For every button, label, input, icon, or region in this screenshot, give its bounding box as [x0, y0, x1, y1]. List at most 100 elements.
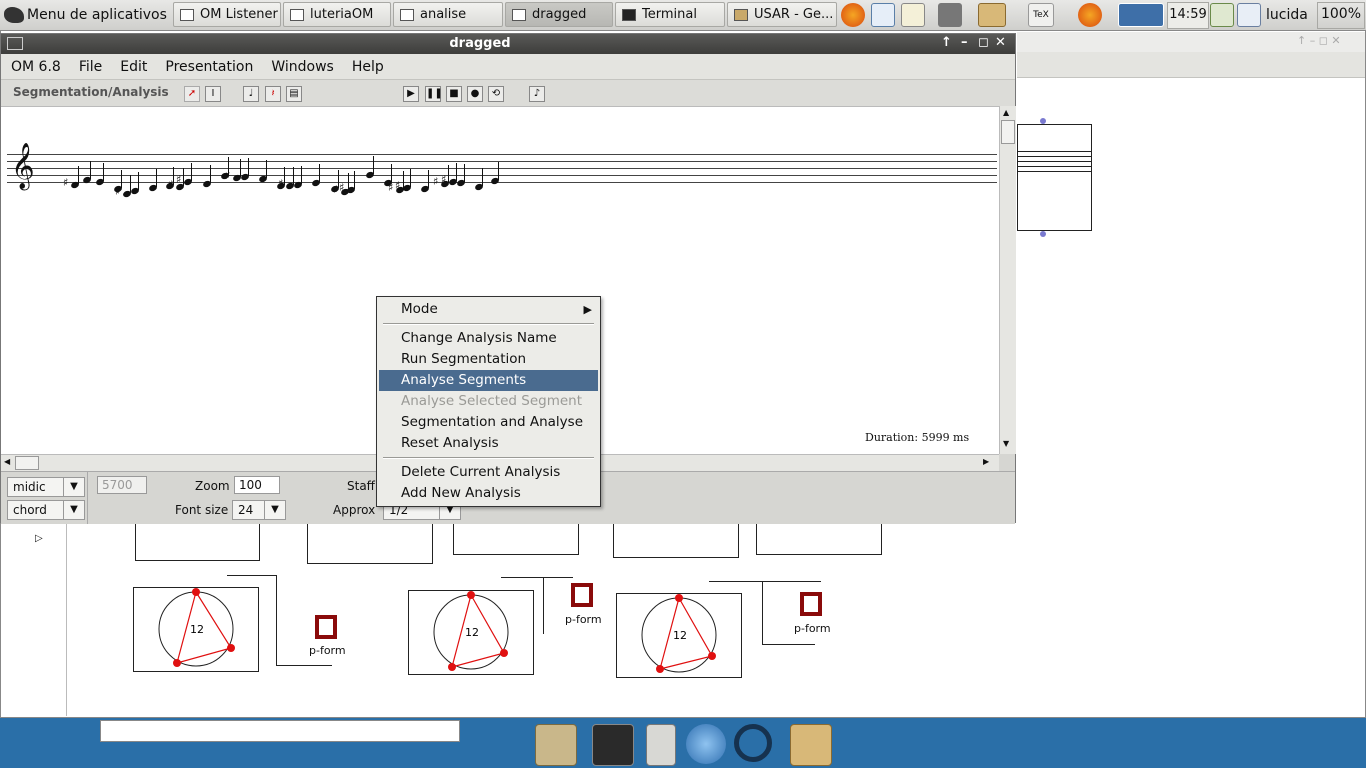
connection[interactable] [543, 577, 544, 634]
close-icon[interactable]: ✕ [995, 35, 1006, 50]
view-mode-select[interactable]: chord ▼ [7, 500, 85, 520]
connection[interactable] [709, 581, 821, 582]
clock-box-partial[interactable] [453, 521, 579, 555]
user-name[interactable]: lucida [1266, 7, 1308, 23]
workspace-switcher-icon[interactable] [1118, 3, 1164, 27]
maximize-icon[interactable]: ◻ [978, 35, 989, 50]
clock-box-partial[interactable] [613, 521, 739, 558]
editor-mode-select[interactable]: midic ▼ [7, 477, 85, 497]
task-dragged[interactable]: dragged [505, 2, 613, 27]
search-icon[interactable] [734, 724, 772, 762]
pause-icon[interactable]: ❚❚ [425, 86, 443, 102]
stop-icon[interactable]: ■ [446, 86, 462, 102]
menu-item-run-segmentation[interactable]: Run Segmentation [379, 349, 598, 370]
menu-file[interactable]: File [69, 59, 110, 75]
menu-om[interactable]: OM 6.8 [1, 59, 69, 75]
window-titlebar[interactable]: dragged ↑ – ◻ ✕ [1, 34, 1015, 54]
pitch-class-clock[interactable]: 12 [133, 587, 259, 672]
app-menu-button[interactable]: Menu de aplicativos [4, 2, 167, 27]
connection[interactable] [762, 644, 815, 645]
note-stem [210, 165, 211, 183]
clock-box-partial[interactable] [756, 521, 882, 555]
vertical-scrollbar[interactable]: ▲ ▼ [999, 106, 1016, 454]
pform-icon[interactable] [315, 615, 337, 639]
scroll-down-icon[interactable]: ▼ [1003, 439, 1009, 448]
folder-icon[interactable] [790, 724, 832, 766]
window-controls-icon[interactable]: ↑ – ◻ ✕ [1297, 34, 1341, 47]
minimize-icon[interactable]: – [961, 35, 968, 50]
menu-item-reset-analysis[interactable]: Reset Analysis [379, 433, 598, 454]
menu-help[interactable]: Help [342, 59, 392, 75]
note-stem [284, 167, 285, 185]
menu-presentation[interactable]: Presentation [155, 59, 261, 75]
connection[interactable] [276, 665, 332, 666]
zoom-field[interactable]: 100 [234, 476, 280, 494]
record-icon[interactable]: ● [467, 86, 483, 102]
menu-item-label: Change Analysis Name [401, 330, 557, 346]
pform-icon[interactable] [800, 592, 822, 616]
pform-icon[interactable] [571, 583, 593, 607]
menu-item-mode[interactable]: Mode ▶ [379, 299, 598, 320]
menu-item-change-analysis-name[interactable]: Change Analysis Name [379, 328, 598, 349]
firefox-icon-2[interactable] [1078, 3, 1102, 27]
clock-box-partial[interactable] [307, 521, 433, 564]
rest-tool-icon[interactable]: 𝄽 [265, 86, 281, 102]
horizontal-scroll-thumb[interactable] [15, 456, 39, 470]
task-analise[interactable]: analise [393, 2, 503, 27]
clock-box-partial[interactable] [135, 521, 260, 561]
pitch-class-clock[interactable]: 12 [408, 590, 534, 675]
scroll-right-icon[interactable]: ▶ [983, 457, 989, 466]
folder-icon[interactable] [978, 3, 1006, 27]
file-cabinet-icon[interactable] [646, 724, 676, 766]
menu-item-analyse-selected-segment[interactable]: Analyse Selected Segment [379, 391, 598, 412]
home-folder-icon[interactable] [535, 724, 577, 766]
score-box[interactable] [1017, 124, 1092, 231]
menu-item-segmentation-and-analyse[interactable]: Segmentation and Analyse [379, 412, 598, 433]
offset-field[interactable]: 5700 [97, 476, 147, 494]
task-luteriaom[interactable]: luteriaOM [283, 2, 391, 27]
terminal-icon [622, 8, 636, 21]
battery-indicator[interactable]: 100% [1317, 2, 1365, 29]
task-om-listener[interactable]: OM Listener [173, 2, 281, 27]
staff-tool-icon[interactable]: ▤ [286, 86, 302, 102]
menu-edit[interactable]: Edit [110, 59, 155, 75]
vertical-scroll-thumb[interactable] [1001, 120, 1015, 144]
text-editor-icon[interactable] [901, 3, 925, 27]
firefox-icon[interactable] [841, 3, 865, 27]
task-usar[interactable]: USAR - Ge... [727, 2, 837, 27]
note-stem [90, 161, 91, 179]
arrow-tool-icon[interactable]: ➚ [184, 86, 200, 102]
image-viewer-icon[interactable] [871, 3, 895, 27]
scroll-left-icon[interactable]: ◀ [4, 457, 10, 466]
web-browser-icon[interactable] [686, 724, 726, 764]
connection[interactable] [276, 575, 277, 665]
scroll-up-icon[interactable]: ▲ [1003, 108, 1009, 117]
menu-windows[interactable]: Windows [261, 59, 342, 75]
inlet-dot[interactable] [1040, 118, 1046, 124]
font-size-select[interactable]: 24 ▼ [232, 500, 286, 520]
menu-item-analyse-segments[interactable]: Analyse Segments [379, 370, 598, 391]
connection[interactable] [501, 577, 573, 578]
clock[interactable]: 14:59 [1167, 2, 1209, 29]
menu-item-add-new-analysis[interactable]: Add New Analysis [379, 483, 598, 504]
note-tool-icon[interactable]: ♩ [243, 86, 259, 102]
pitch-class-clock[interactable]: 12 [616, 593, 742, 678]
outlet-dot[interactable] [1040, 231, 1046, 237]
menu-item-delete-current-analysis[interactable]: Delete Current Analysis [379, 462, 598, 483]
search-icon[interactable] [1237, 3, 1261, 27]
dock-input[interactable] [100, 720, 460, 742]
expand-arrow-icon[interactable]: ▷ [35, 533, 49, 545]
tex-icon[interactable]: TeX [1028, 3, 1054, 27]
task-terminal[interactable]: Terminal [615, 2, 725, 27]
keyboard-icon[interactable] [938, 3, 962, 27]
connection[interactable] [227, 575, 277, 576]
terminal-icon[interactable] [592, 724, 634, 766]
loop-icon[interactable]: ⟲ [488, 86, 504, 102]
speaker-icon[interactable]: ♪ [529, 86, 545, 102]
window-icon [400, 8, 414, 21]
window-shade-icon[interactable]: ↑ [941, 35, 952, 50]
text-cursor-tool-icon[interactable]: I [205, 86, 221, 102]
connection[interactable] [762, 581, 763, 645]
play-icon[interactable]: ▶ [403, 86, 419, 102]
shield-check-icon[interactable] [1210, 3, 1234, 27]
